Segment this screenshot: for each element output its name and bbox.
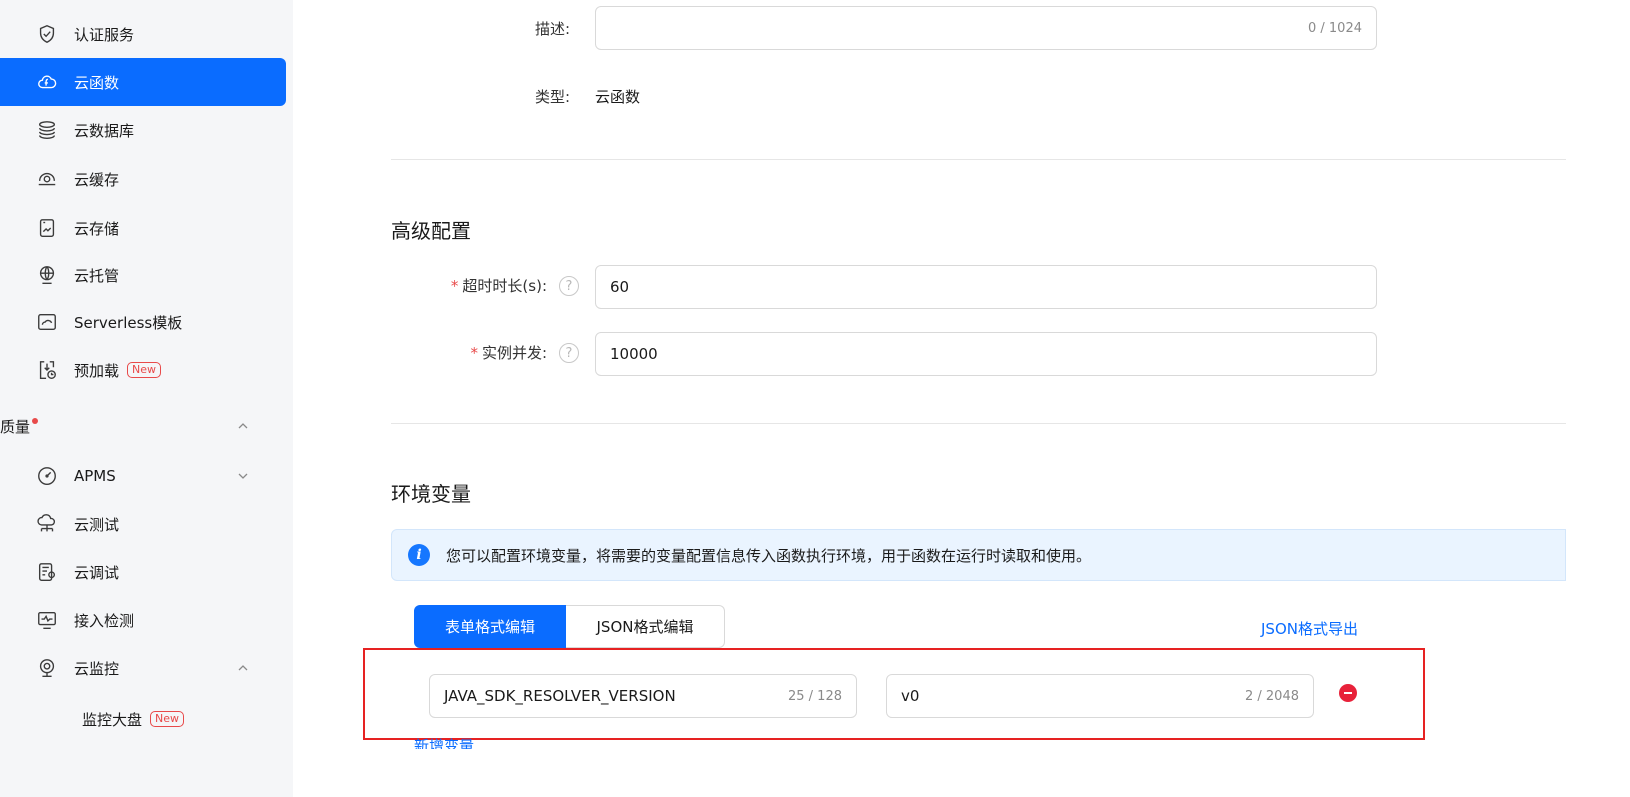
sidebar-item-cloud-storage[interactable]: 云存储 [0, 204, 286, 252]
advanced-section-title: 高级配置 [391, 219, 471, 243]
sidebar-item-cloud-debug[interactable]: 云调试 [0, 548, 286, 596]
sidebar-item-label: 监控大盘 [82, 710, 143, 729]
required-mark: * [450, 277, 459, 295]
sidebar-item-cloud-function[interactable]: 云函数 [0, 58, 286, 106]
sidebar-group-quality[interactable]: 质量 [0, 406, 286, 446]
sidebar-item-label: 云缓存 [74, 170, 120, 189]
description-counter: 0 / 1024 [1308, 20, 1362, 36]
info-icon: i [408, 544, 430, 566]
sidebar-item-label: 接入检测 [74, 611, 135, 630]
section-divider [391, 159, 1566, 160]
sidebar-subitem-monitor-dashboard[interactable]: 监控大盘 New [0, 698, 286, 740]
sidebar-item-label: 云测试 [74, 515, 120, 534]
camera-monitor-icon [35, 656, 59, 680]
monitor-check-icon [35, 608, 59, 632]
tab-json-edit[interactable]: JSON格式编辑 [566, 605, 725, 648]
timeout-label: * 超时时长(s): [413, 275, 547, 296]
cloud-cache-icon [35, 167, 59, 191]
timeout-value: 60 [610, 278, 630, 296]
sidebar-item-label: 云数据库 [74, 121, 135, 140]
sidebar-item-access-check[interactable]: 接入检测 [0, 596, 286, 644]
type-value: 云函数 [595, 88, 641, 106]
chevron-up-icon [238, 665, 248, 671]
json-export-link[interactable]: JSON格式导出 [1261, 618, 1358, 639]
env-var-key: JAVA_SDK_RESOLVER_VERSION [444, 687, 676, 705]
gauge-icon [35, 464, 59, 488]
sidebar: 认证服务 云函数 云数据库 云缓存 云存储 云托管 Serverless模板 预… [0, 0, 293, 797]
sidebar-item-auth-service[interactable]: 认证服务 [0, 10, 286, 58]
shield-check-icon [35, 22, 59, 46]
sidebar-item-label: 云调试 [74, 563, 120, 582]
debug-icon [35, 560, 59, 584]
cloud-function-icon [35, 70, 59, 94]
concurrency-label: * 实例并发: [413, 342, 547, 363]
help-icon[interactable]: ? [559, 343, 579, 363]
tab-form-edit[interactable]: 表单格式编辑 [414, 605, 566, 648]
sidebar-item-cloud-monitor[interactable]: 云监控 [0, 644, 286, 692]
preload-icon [35, 358, 59, 382]
description-input[interactable]: 0 / 1024 [595, 6, 1377, 50]
sidebar-item-label: 云托管 [74, 266, 120, 285]
sidebar-item-cloud-hosting[interactable]: 云托管 [0, 251, 286, 299]
new-badge: New [127, 362, 162, 378]
cloud-test-icon [35, 512, 59, 536]
sidebar-item-label: 云函数 [74, 73, 120, 92]
chevron-up-icon [238, 423, 248, 429]
sidebar-item-apms[interactable]: APMS [0, 452, 286, 500]
template-icon [35, 310, 59, 334]
notification-dot [32, 418, 39, 424]
env-info-bar: i 您可以配置环境变量，将需要的变量配置信息传入函数执行环境，用于函数在运行时读… [391, 529, 1566, 581]
remove-variable-button[interactable] [1339, 684, 1357, 702]
globe-hosting-icon [35, 263, 59, 287]
env-var-key-input[interactable]: JAVA_SDK_RESOLVER_VERSION 25 / 128 [429, 674, 857, 718]
env-section-title: 环境变量 [391, 482, 471, 506]
timeout-label-text: 超时时长(s): [462, 277, 547, 295]
chevron-down-icon [238, 473, 248, 479]
concurrency-label-text: 实例并发: [481, 344, 547, 362]
add-variable-link[interactable]: 新增变量 [414, 736, 474, 749]
sidebar-item-label: 云存储 [74, 219, 120, 238]
description-label: 描述: [534, 20, 570, 38]
env-var-value: v0 [901, 687, 920, 705]
sidebar-item-cloud-database[interactable]: 云数据库 [0, 106, 286, 154]
sidebar-item-label: APMS [74, 467, 116, 485]
concurrency-value: 10000 [610, 345, 658, 363]
section-divider [391, 423, 1566, 424]
sidebar-item-label: 认证服务 [74, 25, 135, 44]
concurrency-input[interactable]: 10000 [595, 332, 1377, 376]
sidebar-item-label: 预加载 [74, 361, 120, 380]
sidebar-item-preload[interactable]: 预加载 New [0, 346, 286, 394]
sidebar-item-cloud-test[interactable]: 云测试 [0, 500, 286, 548]
sidebar-item-label: 云监控 [74, 659, 120, 678]
main-content: 描述: 0 / 1024 类型: 云函数 高级配置 * 超时时长(s): ? 60… [293, 0, 1630, 797]
new-badge: New [150, 711, 185, 727]
timeout-input[interactable]: 60 [595, 265, 1377, 309]
sidebar-item-label: Serverless模板 [74, 313, 183, 332]
env-info-text: 您可以配置环境变量，将需要的变量配置信息传入函数执行环境，用于函数在运行时读取和… [446, 546, 1092, 565]
type-label: 类型: [534, 88, 570, 106]
sidebar-item-cloud-cache[interactable]: 云缓存 [0, 155, 286, 203]
help-icon[interactable]: ? [559, 276, 579, 296]
env-edit-tabs: 表单格式编辑 JSON格式编辑 [414, 605, 725, 648]
env-var-key-counter: 25 / 128 [788, 688, 842, 704]
env-var-value-input[interactable]: v0 2 / 2048 [886, 674, 1314, 718]
storage-icon [35, 216, 59, 240]
env-var-value-counter: 2 / 2048 [1245, 688, 1299, 704]
required-mark: * [470, 344, 478, 362]
database-layers-icon [35, 118, 59, 142]
sidebar-item-serverless-template[interactable]: Serverless模板 [0, 298, 286, 346]
group-label: 质量 [0, 417, 31, 436]
